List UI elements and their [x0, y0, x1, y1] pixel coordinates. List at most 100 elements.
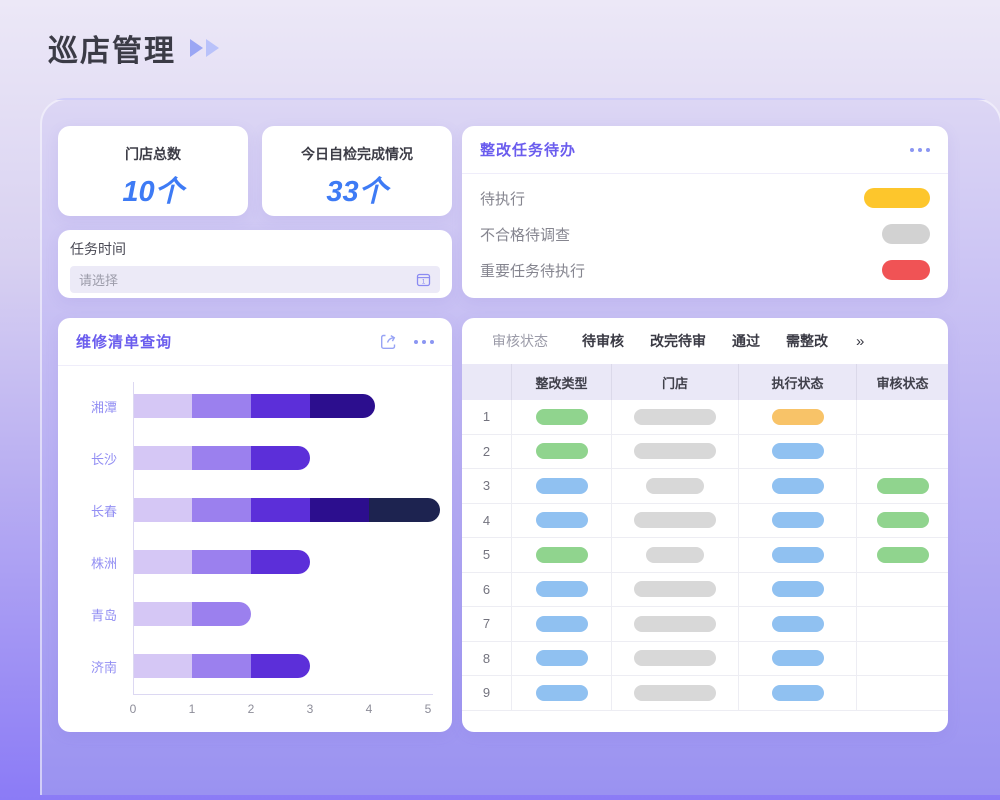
exec-status-cell — [739, 469, 857, 503]
row-number: 4 — [483, 513, 490, 528]
status-pill — [772, 512, 824, 528]
table-header-cell: 审核状态 — [857, 364, 948, 400]
table-row[interactable]: 1 — [462, 400, 948, 435]
exec-status-cell — [739, 573, 857, 607]
review-status-cell — [857, 400, 948, 434]
bar-segment — [251, 550, 310, 574]
store-cell — [612, 573, 739, 607]
table-row[interactable]: 5 — [462, 538, 948, 573]
table-row[interactable]: 4 — [462, 504, 948, 539]
review-filter-tab[interactable]: 需整改 — [786, 331, 828, 351]
todo-item[interactable]: 重要任务待执行 — [480, 252, 930, 288]
table-header-cell: 整改类型 — [512, 364, 612, 400]
table-row[interactable]: 3 — [462, 469, 948, 504]
todo-item-label: 重要任务待执行 — [480, 260, 585, 281]
review-status-cell — [857, 573, 948, 607]
bar-segment — [369, 498, 440, 522]
exec-status-cell — [739, 435, 857, 469]
row-number-cell: 2 — [462, 435, 512, 469]
todo-item-label: 不合格待调查 — [480, 224, 570, 245]
exec-status-cell — [739, 642, 857, 676]
stacked-bar — [133, 394, 375, 418]
exec-status-cell — [739, 676, 857, 710]
rectify-type-cell — [512, 538, 612, 572]
more-tabs-icon[interactable]: » — [856, 333, 864, 350]
table-header-cell: 门店 — [612, 364, 739, 400]
status-pill — [536, 616, 588, 632]
calendar-icon: 1 — [416, 272, 431, 287]
status-pill — [772, 478, 824, 494]
status-pill — [772, 547, 824, 563]
status-pill — [877, 478, 929, 494]
dashboard-board: 门店总数 10个 今日自检完成情况 33个 任务时间 请选择 1 整改任务待办 … — [40, 98, 1000, 795]
todo-item[interactable]: 不合格待调查 — [480, 216, 930, 252]
bar-segment — [251, 394, 310, 418]
stat-label: 门店总数 — [58, 144, 248, 164]
todo-panel-title: 整改任务待办 — [480, 139, 576, 160]
status-pill — [772, 409, 824, 425]
chart-category-label: 青岛 — [74, 605, 117, 624]
todo-panel: 整改任务待办 待执行不合格待调查重要任务待执行 — [462, 126, 948, 298]
repair-panel-header: 维修清单查询 — [58, 318, 452, 366]
table-row[interactable]: 7 — [462, 607, 948, 642]
table-row[interactable]: 8 — [462, 642, 948, 677]
stat-value: 33个 — [262, 168, 452, 210]
stacked-bar — [133, 654, 310, 678]
review-status-cell — [857, 538, 948, 572]
rectify-type-cell — [512, 607, 612, 641]
ellipsis-icon[interactable] — [414, 340, 434, 344]
todo-item[interactable]: 待执行 — [480, 180, 930, 216]
row-number: 5 — [483, 547, 490, 562]
rectify-type-cell — [512, 469, 612, 503]
status-pill — [634, 512, 716, 528]
chart-x-tick: 2 — [248, 702, 255, 716]
chart-x-tick: 1 — [189, 702, 196, 716]
status-pill — [772, 650, 824, 666]
stacked-bar — [133, 498, 440, 522]
store-cell — [612, 400, 739, 434]
table-row[interactable]: 6 — [462, 573, 948, 608]
status-pill — [772, 581, 824, 597]
status-pill — [536, 650, 588, 666]
review-status-cell — [857, 504, 948, 538]
table-row[interactable]: 9 — [462, 676, 948, 711]
status-pill — [877, 512, 929, 528]
chart-x-axis — [133, 694, 433, 695]
chart-category-label: 湘潭 — [74, 397, 117, 416]
rectify-type-cell — [512, 676, 612, 710]
chart-category-label: 长春 — [74, 501, 117, 520]
chart-x-tick: 4 — [366, 702, 373, 716]
review-filter-tab[interactable]: 改完待审 — [650, 331, 706, 351]
ellipsis-icon[interactable] — [910, 148, 930, 152]
rectify-type-cell — [512, 504, 612, 538]
store-cell — [612, 538, 739, 572]
table-row[interactable]: 2 — [462, 435, 948, 470]
row-number: 3 — [483, 478, 490, 493]
bar-segment — [310, 394, 375, 418]
table-header-cell: 执行状态 — [739, 364, 857, 400]
review-status-panel: 审核状态 待审核改完待审通过需整改» 整改类型门店执行状态审核状态1234567… — [462, 318, 948, 732]
stacked-bar — [133, 550, 310, 574]
export-icon[interactable] — [379, 332, 398, 351]
status-pill — [882, 224, 930, 244]
status-pill — [634, 650, 716, 666]
review-filter-tab[interactable]: 通过 — [732, 331, 760, 351]
bar-segment — [251, 498, 310, 522]
row-number-cell: 9 — [462, 676, 512, 710]
review-filter-label: 审核状态 — [492, 331, 548, 351]
row-number-cell: 4 — [462, 504, 512, 538]
bar-segment — [133, 394, 192, 418]
review-filter-tab[interactable]: 待审核 — [582, 331, 624, 351]
chart-bar-row: 济南 — [74, 640, 436, 692]
exec-status-cell — [739, 538, 857, 572]
store-cell — [612, 607, 739, 641]
task-time-picker[interactable]: 请选择 1 — [70, 266, 440, 293]
task-time-label: 任务时间 — [70, 239, 440, 259]
row-number: 7 — [483, 616, 490, 631]
store-cell — [612, 676, 739, 710]
bar-segment — [310, 498, 369, 522]
row-number: 2 — [483, 444, 490, 459]
row-number: 1 — [483, 409, 490, 424]
rectify-type-cell — [512, 573, 612, 607]
status-pill — [882, 260, 930, 280]
